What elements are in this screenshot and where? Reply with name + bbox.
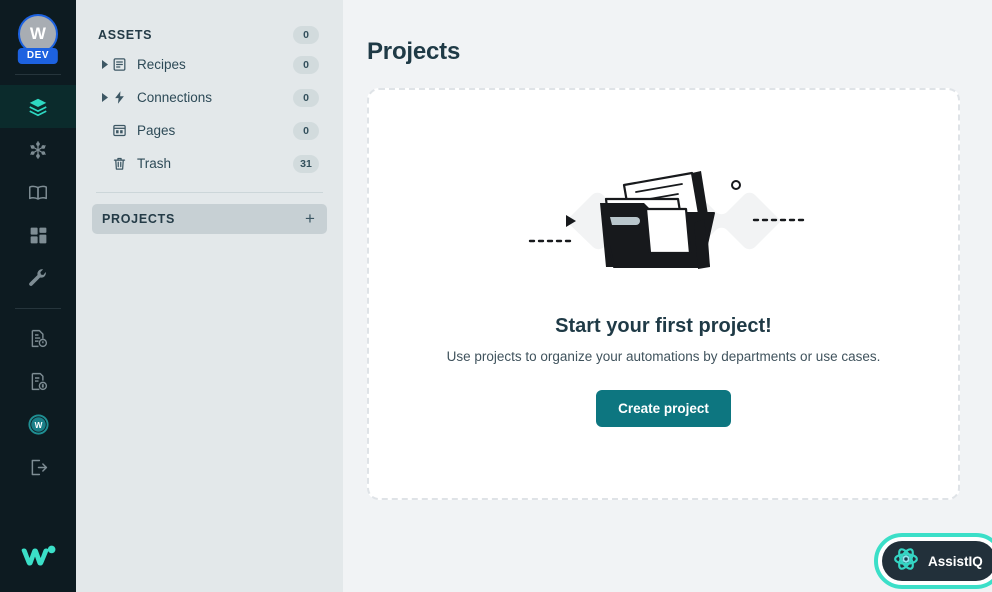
sidebar-item-dashboard[interactable]: [0, 214, 76, 257]
logout-icon: [28, 457, 49, 478]
chevron-right-icon[interactable]: [98, 93, 112, 102]
sidebar-item-tools[interactable]: [0, 257, 76, 300]
recipes-icon: [112, 57, 134, 72]
svg-text:W: W: [34, 421, 42, 430]
asset-item-pages[interactable]: Pages 0: [92, 114, 327, 147]
recipes-count-badge: 0: [293, 55, 319, 74]
sidebar-item-documentation[interactable]: [0, 171, 76, 214]
trash-count-badge: 31: [293, 154, 319, 173]
asset-label-pages: Pages: [137, 123, 176, 138]
sidebar-item-billing[interactable]: [0, 360, 76, 403]
atom-icon: [893, 546, 919, 577]
sidebar-item-logout[interactable]: [0, 446, 76, 489]
assistiq-inner[interactable]: AssistIQ: [882, 541, 992, 581]
asset-label-trash: Trash: [137, 156, 172, 171]
book-icon: [27, 182, 49, 204]
snowflake-icon: [27, 139, 49, 161]
workato-logo[interactable]: [0, 526, 76, 586]
primary-nav-rail: W DEV W: [0, 0, 76, 592]
connections-icon: [112, 90, 134, 105]
sidebar-item-workflows[interactable]: [0, 128, 76, 171]
trash-icon: [112, 156, 134, 171]
sidebar-item-account[interactable]: W: [0, 403, 76, 446]
app-root: W DEV W ASSETS 0 Recipes 0 Connections 0…: [0, 0, 992, 592]
assets-header: ASSETS 0: [92, 22, 327, 48]
report-icon: [28, 328, 49, 349]
workato-badge-icon: W: [27, 413, 50, 436]
layers-icon: [27, 96, 49, 118]
billing-icon: [28, 371, 49, 392]
asset-label-connections: Connections: [137, 90, 213, 105]
asset-item-trash[interactable]: Trash 31: [92, 147, 327, 180]
sidebar-item-assets[interactable]: [0, 85, 76, 128]
asset-item-recipes[interactable]: Recipes 0: [92, 48, 327, 81]
empty-state-subtitle: Use projects to organize your automation…: [446, 349, 881, 364]
add-project-button[interactable]: +: [302, 210, 318, 227]
rail-divider-middle: [15, 308, 61, 309]
assistiq-label: AssistIQ: [928, 553, 983, 569]
pages-icon: [112, 123, 134, 138]
create-project-button[interactable]: Create project: [596, 390, 731, 427]
connections-count-badge: 0: [293, 88, 319, 107]
asset-label-recipes: Recipes: [137, 57, 186, 72]
empty-folder-illustration: [514, 161, 814, 281]
assets-count-badge: 0: [293, 26, 319, 44]
chevron-right-icon[interactable]: [98, 60, 112, 69]
wrench-icon: [27, 268, 49, 290]
avatar[interactable]: W DEV: [16, 12, 60, 64]
rail-divider-top: [15, 74, 61, 75]
page-title: Projects: [367, 38, 461, 65]
assistiq-widget[interactable]: AssistIQ: [874, 533, 992, 589]
assets-title: ASSETS: [98, 28, 153, 42]
pages-count-badge: 0: [293, 121, 319, 140]
asset-item-connections[interactable]: Connections 0: [92, 81, 327, 114]
projects-title: PROJECTS: [102, 212, 175, 226]
assets-panel: ASSETS 0 Recipes 0 Connections 0 Pages 0…: [76, 0, 343, 592]
empty-state-title: Start your first project!: [555, 315, 772, 337]
dev-badge: DEV: [17, 48, 59, 64]
dashboard-icon: [28, 225, 49, 246]
sidebar-item-reports[interactable]: [0, 317, 76, 360]
projects-section-header[interactable]: PROJECTS +: [92, 204, 327, 234]
projects-empty-state-card: Start your first project! Use projects t…: [367, 88, 960, 500]
main-content: Projects Start your first project! Use p…: [343, 0, 992, 592]
assets-divider: [96, 192, 323, 193]
